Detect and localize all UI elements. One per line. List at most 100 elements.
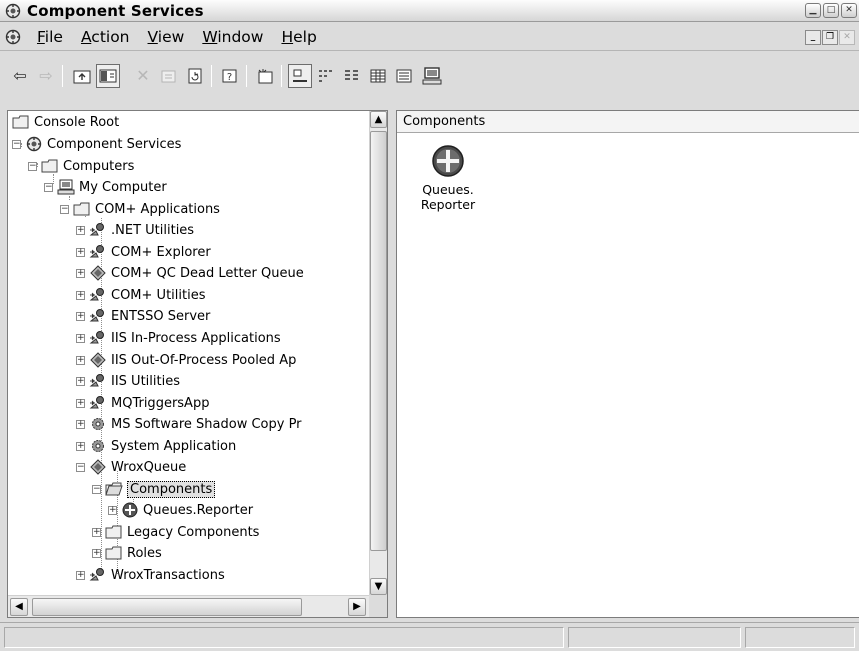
tree-node-ms-software-shadow-copy[interactable]: + MS Software Shadow Copy Pr: [76, 414, 302, 434]
child-close-button[interactable]: ✕: [839, 30, 855, 45]
forward-arrow-icon: ⇨: [39, 66, 53, 85]
expand-toggle[interactable]: +: [76, 376, 85, 386]
tree-node-com-utilities[interactable]: + COM+ Utilities: [76, 285, 205, 305]
tree-node-entsso-server[interactable]: + ENTSSO Server: [76, 306, 210, 326]
status-view-button[interactable]: [392, 64, 416, 88]
help-icon: ?: [222, 69, 237, 83]
tree-node-com-applications[interactable]: − COM+ Applications: [60, 199, 220, 219]
large-icons-view-button[interactable]: [288, 64, 312, 88]
scroll-left-button[interactable]: ◀: [10, 598, 28, 616]
tree-node-com-explorer[interactable]: + COM+ Explorer: [76, 242, 211, 262]
menu-action[interactable]: Action: [72, 27, 139, 47]
properties-icon: [161, 70, 176, 83]
properties-button[interactable]: [157, 64, 181, 88]
computer-icon: [57, 179, 75, 195]
tree-node-components[interactable]: − Components: [92, 479, 216, 499]
folder-icon: [12, 115, 29, 129]
small-icons-view-button[interactable]: [314, 64, 338, 88]
collapse-toggle[interactable]: −: [12, 139, 21, 149]
tree-horizontal-scrollbar[interactable]: ◀ ▶: [8, 595, 371, 617]
expand-toggle[interactable]: +: [76, 247, 85, 257]
scroll-thumb[interactable]: [370, 131, 387, 551]
menu-view[interactable]: View: [139, 27, 194, 47]
tree-node-wroxqueue[interactable]: − WroxQueue: [76, 457, 186, 477]
tree-node-wroxtransactions[interactable]: + WroxTransactions: [76, 565, 225, 585]
collapse-toggle[interactable]: −: [44, 182, 53, 192]
scroll-thumb[interactable]: [32, 598, 302, 616]
close-button[interactable]: ✕: [841, 3, 857, 18]
tree-node-console-root[interactable]: Console Root: [12, 112, 119, 132]
scroll-up-button[interactable]: ▲: [370, 111, 387, 128]
tree-node-com-qc-dead-letter-queue[interactable]: + COM+ QC Dead Letter Queue: [76, 263, 304, 283]
tree-vertical-scrollbar[interactable]: ▲ ▼: [369, 111, 387, 595]
pane-splitter[interactable]: [388, 110, 396, 618]
application-icon: [89, 223, 104, 236]
menu-help[interactable]: Help: [272, 27, 325, 47]
tree-node-system-application[interactable]: + System Application: [76, 436, 236, 456]
menu-window[interactable]: Window: [193, 27, 272, 47]
console-tree[interactable]: Console Root − Component Services − Comp…: [7, 110, 388, 618]
expand-toggle[interactable]: +: [76, 333, 85, 343]
maximize-button[interactable]: □: [823, 3, 839, 18]
child-minimize-button[interactable]: _: [805, 30, 821, 45]
scroll-down-button[interactable]: ▼: [370, 578, 387, 595]
expand-toggle[interactable]: +: [76, 225, 85, 235]
new-window-button[interactable]: [253, 64, 277, 88]
show-hide-console-tree-button[interactable]: [96, 64, 120, 88]
tree-node-mqtriggersapp[interactable]: + MQTriggersApp: [76, 393, 209, 413]
status-cell-2: [568, 627, 741, 648]
expand-toggle[interactable]: +: [108, 505, 117, 515]
computer-icon: [422, 67, 442, 85]
computer-view-button[interactable]: [420, 64, 444, 88]
expand-toggle[interactable]: +: [92, 548, 101, 558]
menu-file[interactable]: File: [28, 27, 72, 47]
forward-button[interactable]: ⇨: [34, 64, 58, 88]
tree-node-net-utilities[interactable]: + .NET Utilities: [76, 220, 194, 240]
refresh-button[interactable]: [183, 64, 207, 88]
tree-node-iis-out-of-process-pooled[interactable]: + IIS Out-Of-Process Pooled Ap: [76, 350, 296, 370]
back-button[interactable]: ⇦: [8, 64, 32, 88]
up-one-level-button[interactable]: [70, 64, 94, 88]
tree-node-component-services[interactable]: − Component Services: [12, 134, 181, 154]
expand-toggle[interactable]: +: [76, 311, 85, 321]
tree-node-computers[interactable]: − Computers: [28, 156, 134, 176]
help-button[interactable]: ?: [218, 64, 242, 88]
delete-button[interactable]: ✕: [131, 64, 155, 88]
tree-node-label: Queues.Reporter: [143, 502, 254, 518]
collapse-toggle[interactable]: −: [28, 161, 37, 171]
list-view-button[interactable]: [340, 64, 364, 88]
expand-toggle[interactable]: +: [76, 398, 85, 408]
tree-node-my-computer[interactable]: − My Computer: [44, 177, 167, 197]
expand-toggle[interactable]: +: [92, 527, 101, 537]
collapse-toggle[interactable]: −: [92, 484, 101, 494]
expand-toggle[interactable]: +: [76, 419, 85, 429]
tree-node-legacy-components[interactable]: + Legacy Components: [92, 522, 259, 542]
scroll-right-button[interactable]: ▶: [348, 598, 366, 616]
chevron-left-icon: ◀: [15, 601, 23, 612]
tree-node-roles[interactable]: + Roles: [92, 543, 162, 563]
tree-node-label: COM+ Applications: [95, 201, 220, 217]
expand-toggle[interactable]: +: [76, 290, 85, 300]
child-restore-button[interactable]: ❐: [822, 30, 838, 45]
title-bar[interactable]: Component Services ▁ □ ✕: [0, 0, 859, 22]
expand-toggle[interactable]: +: [76, 355, 85, 365]
collapse-toggle[interactable]: −: [76, 462, 85, 472]
delete-icon: ✕: [136, 66, 150, 85]
tree-node-queues-reporter[interactable]: + Queues.Reporter: [108, 500, 253, 520]
minimize-button[interactable]: ▁: [805, 3, 821, 18]
expand-toggle[interactable]: +: [76, 268, 85, 278]
application-icon: [89, 245, 104, 258]
details-pane-header: Components: [397, 111, 859, 133]
tree-node-iis-in-process-applications[interactable]: + IIS In-Process Applications: [76, 328, 281, 348]
detail-view-button[interactable]: [366, 64, 390, 88]
tree-node-iis-utilities[interactable]: + IIS Utilities: [76, 371, 180, 391]
collapse-toggle[interactable]: −: [60, 204, 69, 214]
component-item-queues-reporter[interactable]: Queues. Reporter: [413, 144, 483, 212]
component-services-app-icon: [5, 3, 21, 19]
expand-toggle[interactable]: +: [76, 570, 85, 580]
details-pane[interactable]: Components Queues. Reporter: [396, 110, 859, 618]
child-window-icon[interactable]: [5, 29, 21, 45]
chevron-right-icon: ▶: [353, 601, 361, 612]
expand-toggle[interactable]: +: [76, 441, 85, 451]
tree-node-label: COM+ QC Dead Letter Queue: [111, 265, 304, 281]
